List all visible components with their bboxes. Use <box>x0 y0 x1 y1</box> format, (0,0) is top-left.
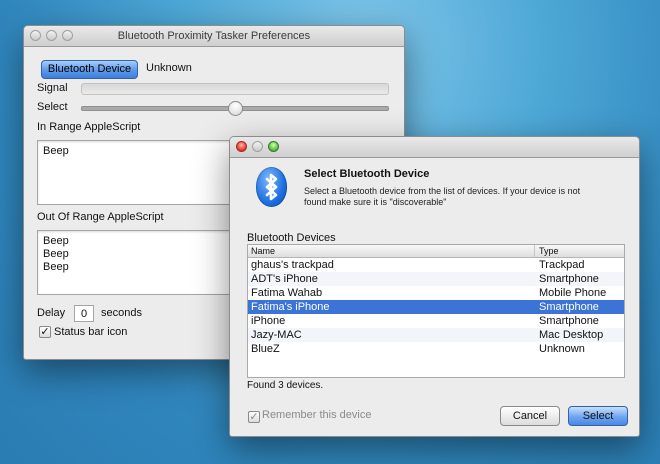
device-type-cell: Mac Desktop <box>539 329 604 341</box>
table-row[interactable]: Fatima's iPhone Smartphone <box>248 300 624 314</box>
column-type[interactable]: Type <box>536 245 624 257</box>
device-type-cell: Smartphone <box>539 273 599 285</box>
dialog-description-line2: found make sure it is "discoverable" <box>304 197 447 207</box>
status-bar-label: Status bar icon <box>54 326 128 338</box>
signal-bar <box>81 83 389 95</box>
dialog-title: Select Bluetooth Device <box>304 168 430 180</box>
remember-device-checkbox[interactable]: ✓ <box>248 411 260 423</box>
delay-input[interactable]: 0 <box>74 305 94 322</box>
remember-device-label: Remember this device <box>262 409 372 421</box>
dialog-description-line1: Select a Bluetooth device from the list … <box>304 186 581 196</box>
bluetooth-device-button[interactable]: Bluetooth Device <box>41 60 138 79</box>
select-label: Select <box>37 101 68 113</box>
table-row[interactable]: Fatima Wahab Mobile Phone <box>248 286 624 300</box>
found-devices-text: Found 3 devices. <box>247 380 324 391</box>
zoom-icon[interactable] <box>268 141 279 152</box>
column-name[interactable]: Name <box>248 245 535 257</box>
table-label: Bluetooth Devices <box>247 232 336 244</box>
status-bar-checkbox[interactable]: ✓ <box>39 326 51 338</box>
close-icon[interactable] <box>30 30 41 41</box>
table-header: Name Type <box>248 245 624 258</box>
table-row[interactable]: ADT's iPhone Smartphone <box>248 272 624 286</box>
select-button[interactable]: Select <box>568 406 628 426</box>
table-row[interactable]: Jazy-MAC Mac Desktop <box>248 328 624 342</box>
signal-label: Signal <box>37 82 68 94</box>
device-type-cell: Smartphone <box>539 301 599 313</box>
seconds-label: seconds <box>101 307 142 319</box>
device-name-cell: Fatima Wahab <box>251 287 323 299</box>
table-row[interactable]: ghaus's trackpad Trackpad <box>248 258 624 272</box>
cancel-button[interactable]: Cancel <box>500 406 560 426</box>
device-type-cell: Mobile Phone <box>539 287 607 299</box>
device-type-cell: Smartphone <box>539 315 599 327</box>
device-name-cell: Fatima's iPhone <box>251 301 330 313</box>
checkmark-icon: ✓ <box>249 411 259 423</box>
device-name-cell: BlueZ <box>251 343 280 355</box>
out-range-label: Out Of Range AppleScript <box>37 211 164 223</box>
in-range-label: In Range AppleScript <box>37 121 141 133</box>
checkmark-icon: ✓ <box>40 326 50 338</box>
device-name-cell: iPhone <box>251 315 286 327</box>
minimize-icon[interactable] <box>252 141 263 152</box>
preferences-titlebar[interactable]: Bluetooth Proximity Tasker Preferences <box>24 26 404 47</box>
devices-table[interactable]: Name Type ghaus's trackpad Trackpad ADT's … <box>247 244 625 378</box>
bluetooth-icon <box>256 167 287 207</box>
zoom-icon[interactable] <box>62 30 73 41</box>
device-name-cell: Jazy-MAC <box>251 329 302 341</box>
select-device-dialog: Select Bluetooth Device Select a Bluetoo… <box>229 136 640 437</box>
device-type-cell: Unknown <box>539 343 585 355</box>
select-slider-knob[interactable] <box>227 101 243 116</box>
preferences-title: Bluetooth Proximity Tasker Preferences <box>117 30 311 42</box>
device-value-label: Unknown <box>146 62 192 74</box>
device-name-cell: ghaus's trackpad <box>251 259 334 271</box>
device-name-cell: ADT's iPhone <box>251 273 318 285</box>
table-row[interactable]: iPhone Smartphone <box>248 314 624 328</box>
device-type-cell: Trackpad <box>539 259 585 271</box>
minimize-icon[interactable] <box>46 30 57 41</box>
dialog-titlebar[interactable] <box>230 137 639 158</box>
table-row[interactable]: BlueZ Unknown <box>248 342 624 356</box>
close-icon[interactable] <box>236 141 247 152</box>
delay-label: Delay <box>37 307 66 319</box>
